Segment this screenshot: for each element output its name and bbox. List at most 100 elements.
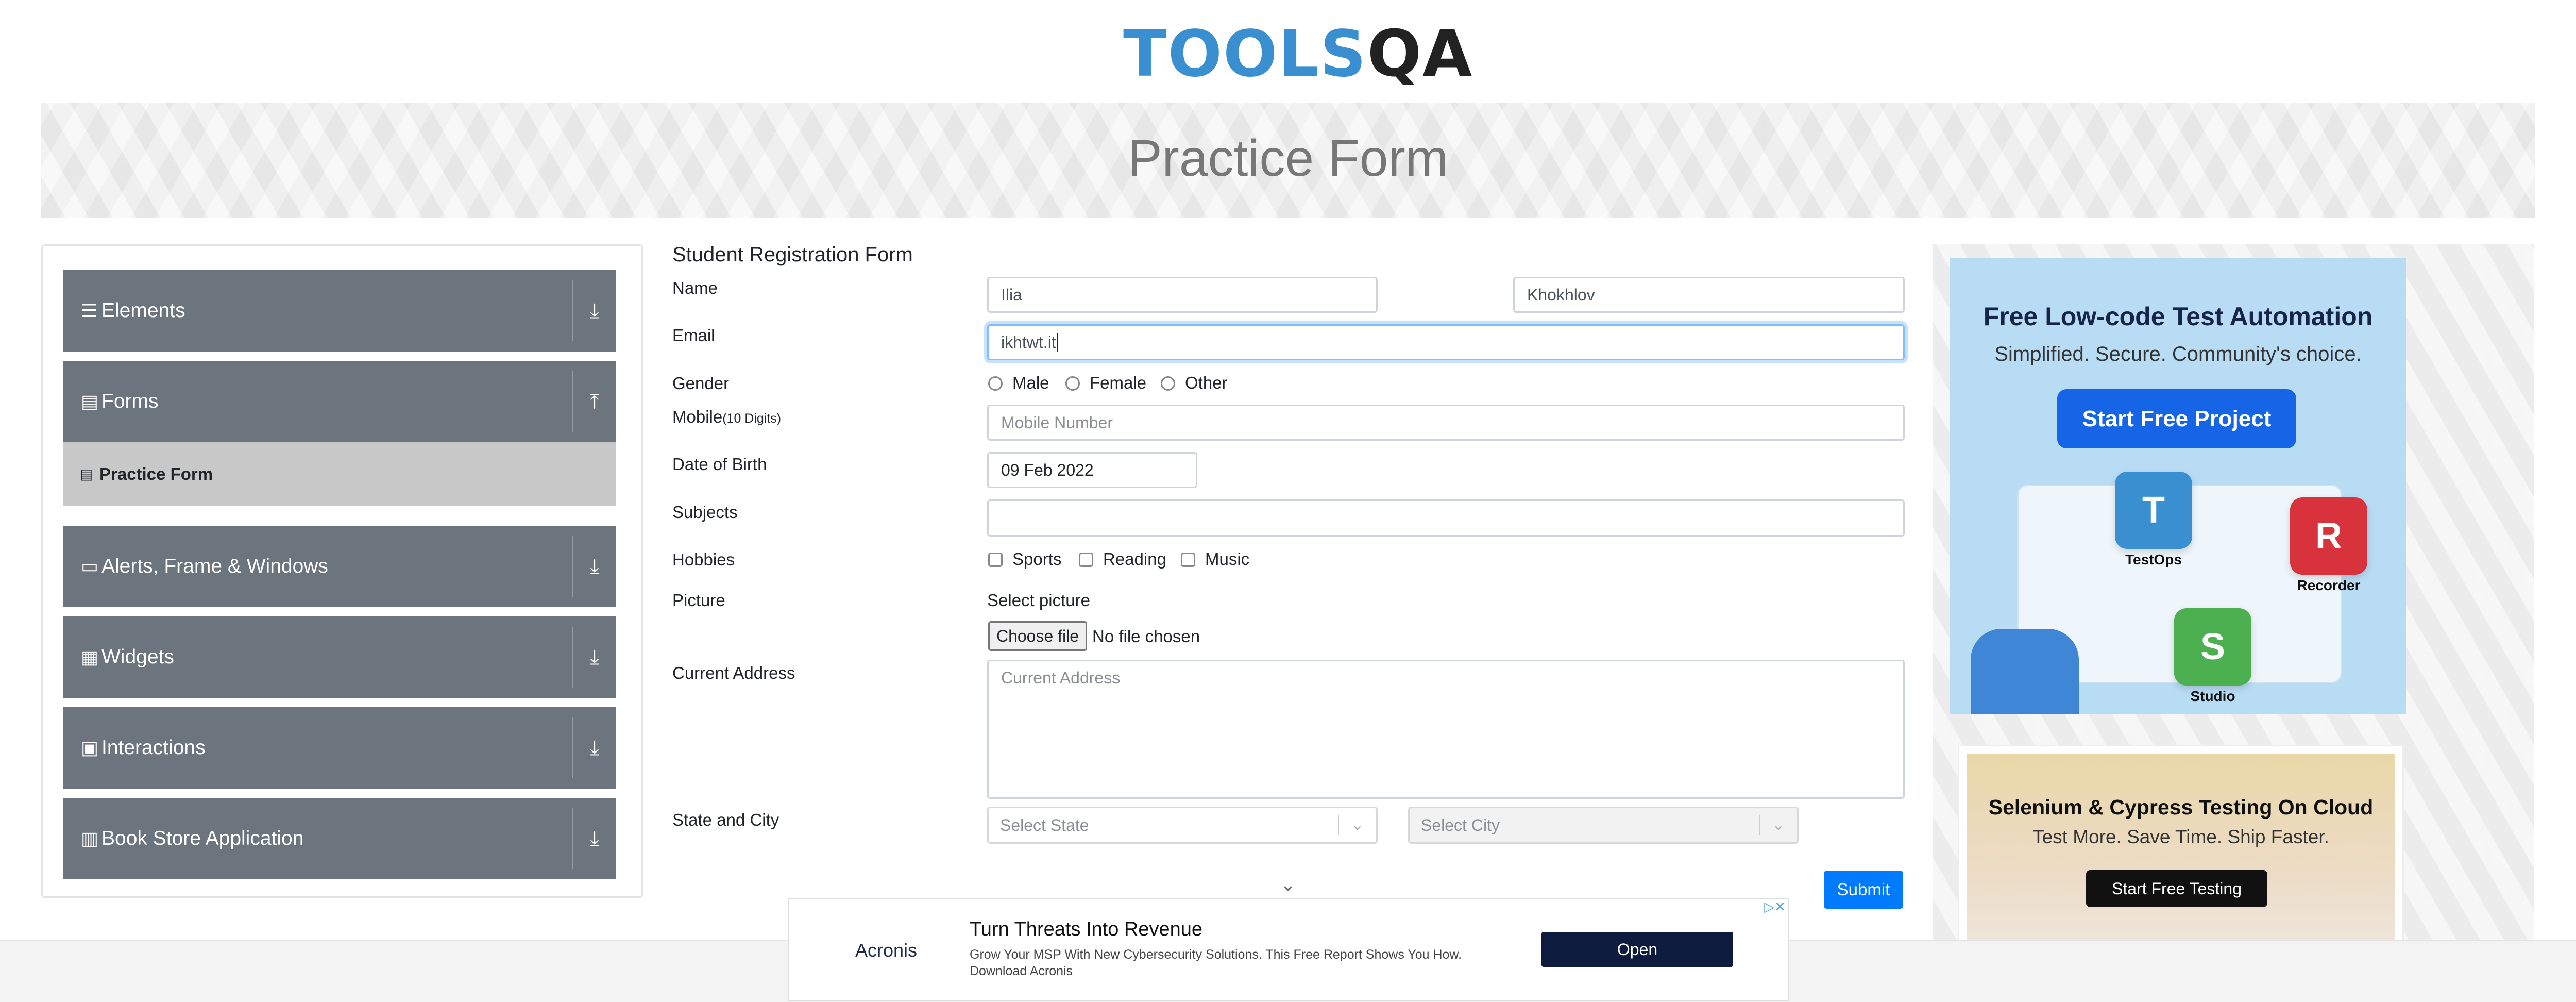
gender-female-label[interactable]: Female [1090,373,1146,393]
sidebar-group-label: Forms [101,390,159,412]
testops-label: TestOps [2125,552,2182,567]
subjects-label: Subjects [672,503,738,522]
state-city-label: State and City [672,810,779,829]
select-picture-label: Select picture [987,591,1090,610]
sidebar-group-label: Alerts, Frame & Windows [101,555,328,577]
sidebar-group-widgets[interactable]: ▦ Widgets ⤓ [63,616,616,698]
expand-icon[interactable]: ⤓ [573,707,616,789]
city-placeholder: Select City [1421,816,1500,834]
sidebar-group-label: Book Store Application [101,827,304,849]
chevron-down-icon[interactable]: ⌄ [1339,808,1376,842]
grid-icon: ▦ [81,646,99,667]
ad-subtitle: Simplified. Secure. Community's choice. [1994,343,2362,365]
form-title: Student Registration Form [672,243,913,266]
dob-label: Date of Birth [672,455,767,474]
scroll-down-chevron-icon[interactable]: ⌄ [1278,874,1298,895]
state-placeholder: Select State [1000,816,1089,834]
sidebar-group-interactions[interactable]: ▣ Interactions ⤓ [63,707,616,789]
hobby-music-label[interactable]: Music [1205,549,1249,569]
last-name-input[interactable]: Khokhlov [1513,277,1905,313]
sidebar-group-forms[interactable]: ▤ Forms ⤒ [63,361,616,442]
hobby-sports-checkbox[interactable] [988,553,1003,567]
address-placeholder: Current Address [1001,669,1121,687]
mobile-label: Mobile(10 Digits) [672,407,781,427]
interaction-icon: ▣ [81,737,99,758]
hamburger-icon: ☰ [81,300,98,321]
city-select[interactable]: Select City ⌄ [1408,807,1799,844]
start-free-project-button[interactable]: Start Free Project [2057,389,2296,448]
hobby-sports-label[interactable]: Sports [1012,549,1061,569]
subjects-input[interactable] [987,499,1905,537]
gender-female-radio[interactable] [1065,376,1080,391]
gender-other-label[interactable]: Other [1185,373,1228,393]
gender-male-radio[interactable] [988,376,1003,391]
dob-input[interactable]: 09 Feb 2022 [987,452,1197,488]
page-title: Practice Form [1127,129,1449,187]
ad-close-icon[interactable]: ▷✕ [1764,899,1786,915]
sidebar: ☰ Elements ⤓ ▤ Forms ⤒ ▤ Practice Form ▭… [41,244,643,898]
sidebar-group-book-store[interactable]: ▥ Book Store Application ⤓ [63,798,616,879]
expand-icon[interactable]: ⤓ [573,270,616,352]
katalon-ad[interactable]: Free Low-code Test Automation Simplified… [1950,258,2406,714]
sidebar-item-practice-form[interactable]: ▤ Practice Form [63,442,616,506]
start-free-testing-button[interactable]: Start Free Testing [2086,870,2267,907]
testops-tile-icon: T [2115,472,2192,549]
mobile-label-text: Mobile [672,407,723,426]
current-address-label: Current Address [672,663,795,682]
gender-male-label[interactable]: Male [1012,373,1049,393]
robot-illustration [1971,629,2079,714]
mobile-input[interactable]: Mobile Number [987,405,1905,441]
ad-subtitle: Test More. Save Time. Ship Faster. [2032,826,2329,847]
expand-icon[interactable]: ⤓ [573,616,616,698]
gender-other-radio[interactable] [1161,376,1175,391]
name-label: Name [672,278,718,297]
no-file-chosen-text: No file chosen [1092,627,1200,646]
logo-text-qa: QA [1367,17,1473,91]
sidebar-item-label: Practice Form [99,464,213,483]
hobby-reading-checkbox[interactable] [1079,553,1093,567]
logo-text-tools: TOOLS [1123,17,1367,91]
page-banner: Practice Form [41,103,2535,218]
document-icon: ▤ [80,466,94,482]
sidebar-group-elements[interactable]: ☰ Elements ⤓ [63,270,616,352]
document-icon: ▤ [81,391,99,412]
hobby-music-checkbox[interactable] [1181,553,1195,567]
sidebar-group-alerts[interactable]: ▭ Alerts, Frame & Windows ⤓ [63,526,616,607]
picture-label: Picture [672,591,725,610]
hobbies-label: Hobbies [672,550,735,569]
mobile-hint: (10 Digits) [722,411,782,426]
studio-label: Studio [2190,688,2235,704]
first-name-input[interactable]: Ilia [987,277,1378,313]
toolsqa-logo[interactable]: TOOLSQA [1123,15,1472,93]
open-button[interactable]: Open [1541,932,1733,967]
ad-headline: Free Low-code Test Automation [1983,302,2373,331]
chevron-down-icon[interactable]: ⌄ [1760,808,1797,842]
text-cursor [1057,333,1058,352]
choose-file-button[interactable]: Choose file [988,621,1087,651]
sidebar-group-label: Widgets [101,646,174,668]
ad-headline: Turn Threats Into Revenue [970,918,1203,940]
email-label: Email [672,326,715,345]
mobile-placeholder: Mobile Number [1001,413,1113,432]
ad-background [1967,754,2395,953]
expand-icon[interactable]: ⤓ [573,526,616,607]
recorder-label: Recorder [2297,577,2361,593]
expand-icon[interactable]: ⤓ [573,798,616,879]
acronis-logo: Acronis [855,940,918,961]
studio-tile-icon: S [2174,608,2251,686]
collapse-icon[interactable]: ⤒ [573,361,616,442]
hobby-reading-label[interactable]: Reading [1103,549,1166,569]
sidebar-group-label: Elements [101,299,185,322]
current-address-textarea[interactable]: Current Address [987,660,1905,799]
bottom-banner-ad[interactable]: Acronis Turn Threats Into Revenue Grow Y… [788,898,1789,1001]
ad-description: Grow Your MSP With New Cybersecurity Sol… [970,947,1462,978]
state-select[interactable]: Select State ⌄ [987,807,1378,844]
gender-label: Gender [672,374,730,393]
cloud-testing-ad[interactable]: Selenium & Cypress Testing On Cloud Test… [1958,745,2404,954]
book-icon: ▥ [81,828,99,849]
submit-button[interactable]: Submit [1824,871,1903,909]
sidebar-group-label: Interactions [101,737,206,759]
window-icon: ▭ [81,556,99,577]
email-input[interactable]: ikhtwt.it [987,324,1905,360]
ad-headline: Selenium & Cypress Testing On Cloud [1988,795,2374,819]
